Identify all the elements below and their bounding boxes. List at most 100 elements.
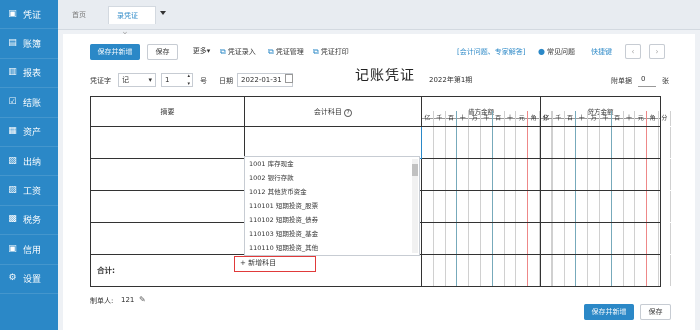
digit-column	[576, 191, 589, 222]
credit-cell[interactable]	[540, 126, 671, 159]
chevron-down-icon[interactable]	[160, 11, 166, 15]
digit-column	[612, 127, 624, 158]
debit-cell[interactable]	[421, 126, 552, 159]
digit-column	[541, 223, 553, 254]
subject-option[interactable]: 1001 库存现金	[245, 157, 419, 171]
voucher-print-label: 凭证打印	[320, 48, 349, 56]
dropdown-scrollbar[interactable]	[412, 159, 418, 253]
sidebar-item-4[interactable]: ▦ 资产	[0, 118, 58, 147]
digit-column	[588, 255, 600, 286]
digit-column	[516, 255, 529, 286]
add-subject-button[interactable]: + 新增科目	[234, 256, 316, 272]
digit-column	[528, 159, 540, 190]
tab-home[interactable]: 首页	[64, 6, 94, 24]
scrollbar-thumb[interactable]	[412, 164, 418, 176]
date-value: 2022-01-31	[241, 76, 282, 84]
sidebar-item-3[interactable]: ☑ 结账	[0, 88, 58, 118]
digit-column	[565, 159, 577, 190]
debit-cell[interactable]	[421, 190, 552, 223]
expert-help-link[interactable]: [会计问题、专家解答]	[457, 47, 525, 57]
digit-column	[588, 127, 600, 158]
credit-cell[interactable]	[540, 222, 671, 255]
debit-grid	[422, 223, 552, 254]
digit-column	[493, 223, 505, 254]
sidebar-item-6[interactable]: ▨ 工资	[0, 176, 58, 206]
sidebar-item-label: 结账	[23, 98, 42, 109]
sidebar-item-5[interactable]: ▧ 出纳	[0, 147, 58, 177]
digit-header: 十	[576, 111, 589, 126]
subject-option[interactable]: 110101 短期投资_股票	[245, 199, 419, 213]
attachment-count-input[interactable]: 0	[638, 73, 656, 87]
summary-cell[interactable]	[90, 222, 245, 255]
digit-column	[481, 191, 493, 222]
digit-column	[647, 191, 659, 222]
digit-column	[659, 127, 671, 158]
sidebar-item-7[interactable]: ▩ 税务	[0, 206, 58, 236]
voucher-word-select[interactable]: 记 ▾	[118, 73, 156, 87]
subject-option[interactable]: 110103 短期投资_基金	[245, 227, 419, 241]
sidebar-item-1[interactable]: ▤ 账簿	[0, 29, 58, 59]
summary-cell[interactable]	[90, 126, 245, 159]
digit-column	[576, 127, 589, 158]
sidebar-item-0[interactable]: ▣ 凭证	[0, 0, 58, 30]
sidebar-item-label: 凭证	[23, 10, 42, 21]
digit-column	[600, 223, 612, 254]
sidebar-item-9[interactable]: ⚙ 设置	[0, 265, 58, 294]
subject-option[interactable]: 1002 银行存款	[245, 171, 419, 185]
digit-column	[434, 223, 446, 254]
digit-column	[469, 127, 481, 158]
chevron-down-icon: ▾	[206, 47, 211, 55]
credit-header: 贷方金额 亿千百十万千百十元角分	[540, 96, 671, 127]
faq-link[interactable]: ● 常见问题	[538, 47, 575, 57]
edit-icon[interactable]: ✎	[139, 295, 146, 304]
voucher-entry-link[interactable]: ⧉ 凭证录入	[220, 47, 256, 57]
subject-option[interactable]: 110110 短期投资_其他	[245, 241, 419, 255]
digit-column	[434, 127, 446, 158]
sidebar-item-label: 税务	[23, 216, 42, 227]
sidebar-item-2[interactable]: ▥ 报表	[0, 59, 58, 89]
subject-option[interactable]: 110102 短期投资_债券	[245, 213, 419, 227]
digit-column	[516, 159, 529, 190]
prev-voucher-button[interactable]: ‹	[625, 44, 641, 59]
next-voucher-button[interactable]: ›	[649, 44, 665, 59]
tax-icon: ▩	[8, 214, 17, 225]
summary-cell[interactable]	[90, 158, 245, 191]
more-dropdown[interactable]: 更多▾	[188, 44, 215, 60]
page-title: 记账凭证	[355, 68, 415, 84]
digit-column	[481, 255, 493, 286]
digit-column	[541, 191, 553, 222]
shortcut-link[interactable]: 快捷键	[591, 47, 612, 57]
tab-record-voucher[interactable]: 录凭证×	[108, 6, 156, 38]
chevron-down-icon: ▾	[148, 76, 152, 84]
digit-column	[505, 255, 517, 286]
credit-cell[interactable]	[540, 190, 671, 223]
save-button[interactable]: 保存	[147, 44, 178, 60]
digit-header: 千	[481, 111, 493, 126]
voucher-manage-link[interactable]: ⧉ 凭证管理	[268, 47, 304, 57]
digit-column	[528, 191, 540, 222]
save-and-new-button[interactable]: 保存并新增	[90, 44, 140, 60]
help-icon[interactable]: ?	[344, 108, 353, 117]
footer-save-and-new-button[interactable]: 保存并新增	[584, 304, 634, 320]
digit-column	[612, 223, 624, 254]
calendar-icon[interactable]	[285, 74, 293, 83]
debit-cell[interactable]	[421, 158, 552, 191]
voucher-number-stepper[interactable]: 1 ▴ ▾	[161, 73, 193, 87]
subject-option[interactable]: 1012 其他货币资金	[245, 185, 419, 199]
credit-cell[interactable]	[540, 158, 671, 191]
voucher-period: 2022年第1期	[429, 76, 473, 84]
digit-column	[635, 191, 648, 222]
digit-header: 百	[612, 111, 624, 126]
digit-column	[647, 223, 659, 254]
digit-column	[541, 255, 553, 286]
voucher-print-link[interactable]: ⧉ 凭证打印	[313, 47, 349, 57]
subject-cell-active[interactable]	[244, 126, 422, 159]
digit-column	[576, 255, 589, 286]
sidebar-item-8[interactable]: ▣ 信用	[0, 235, 58, 265]
digit-column	[528, 223, 540, 254]
credit-icon: ▣	[8, 243, 17, 254]
footer-save-button[interactable]: 保存	[640, 304, 671, 320]
debit-cell[interactable]	[421, 222, 552, 255]
summary-cell[interactable]	[90, 190, 245, 223]
cashier-icon: ▧	[8, 155, 17, 166]
